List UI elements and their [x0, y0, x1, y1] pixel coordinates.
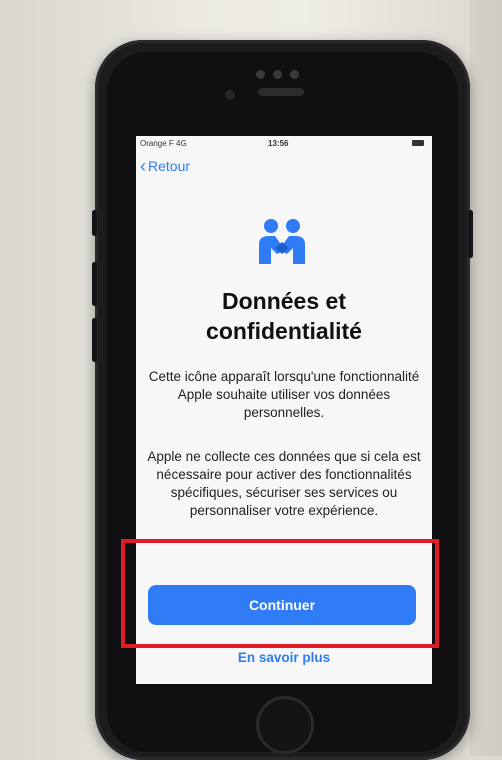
volume-down-button: [92, 318, 97, 362]
title-line-2: confidentialité: [206, 318, 362, 344]
power-button: [468, 210, 473, 258]
learn-more-link[interactable]: En savoir plus: [136, 650, 432, 665]
carrier-label: Orange F 4G: [140, 139, 187, 148]
volume-up-button: [92, 262, 97, 306]
chevron-left-icon: ‹: [140, 156, 146, 176]
background-wall: [470, 0, 502, 756]
home-button[interactable]: [256, 696, 314, 754]
title-line-1: Données et: [222, 288, 346, 314]
description-paragraph-2: Apple ne collecte ces données que si cel…: [147, 449, 421, 518]
red-highlight-annotation: [121, 539, 439, 648]
back-button[interactable]: ‹ Retour: [140, 156, 191, 176]
description-paragraph-1: Cette icône apparaît lorsqu'une fonction…: [148, 369, 420, 420]
back-label: Retour: [148, 158, 191, 174]
earpiece-speaker: [258, 88, 304, 96]
front-camera: [225, 90, 235, 100]
page-title: Données et confidentialité: [136, 286, 432, 346]
sensor-dot: [256, 70, 265, 79]
mute-switch: [92, 210, 97, 236]
status-bar: Orange F 4G 13:56: [136, 136, 432, 150]
privacy-handshake-icon: [259, 219, 305, 264]
status-time: 13:56: [268, 139, 289, 148]
sensor-dot: [290, 70, 299, 79]
battery-icon: [412, 140, 424, 146]
sensor-dot: [273, 70, 282, 79]
